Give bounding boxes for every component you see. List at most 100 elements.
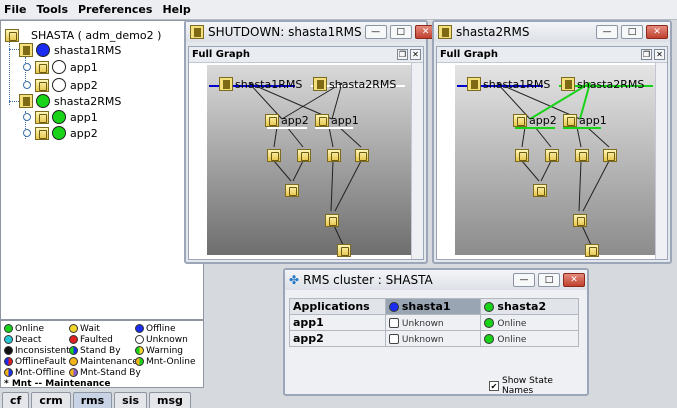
menu-bar: File Tools Preferences Help [0, 0, 677, 20]
maximize-button[interactable]: □ [621, 25, 643, 39]
close-button[interactable]: ✕ [563, 273, 585, 287]
graph-node-shasta1[interactable]: shasta1RMS [467, 77, 552, 91]
status-unknown-icon [52, 78, 66, 92]
graph-resource[interactable] [325, 213, 339, 227]
graph-node-shasta1[interactable]: shasta1RMS [219, 77, 304, 91]
menu-help[interactable]: Help [162, 3, 190, 16]
tab-sis[interactable]: sis [114, 392, 148, 408]
tree-node-shasta2[interactable]: shasta2RMS [19, 93, 121, 109]
graph-resource[interactable] [573, 213, 587, 227]
vertical-scrollbar[interactable] [655, 63, 667, 259]
graph-resource[interactable] [267, 148, 281, 162]
col-shasta2[interactable]: shasta2 [480, 298, 579, 315]
status-online-icon [52, 126, 66, 140]
app-icon [35, 60, 49, 74]
legend-unknown: Unknown [135, 334, 188, 345]
expand-icon[interactable] [23, 81, 31, 89]
graph-resource[interactable] [585, 243, 599, 257]
cell-state: Online [480, 330, 579, 347]
legend-deact: Deact [4, 334, 41, 345]
tree-app-shasta1-app1[interactable]: app1 [23, 59, 98, 75]
window-title: RMS cluster : SHASTA [303, 273, 433, 287]
legend-standby: Stand By [69, 345, 121, 356]
tab-msg[interactable]: msg [149, 392, 191, 408]
show-state-names-checkbox[interactable]: ✔ Show State Names [489, 376, 587, 396]
server-icon [19, 94, 33, 108]
graph-app-app2[interactable]: app2 [513, 113, 559, 127]
table-row[interactable]: app2 Unknown Online [289, 330, 579, 347]
tab-rms[interactable]: rms [72, 392, 113, 408]
menu-file[interactable]: File [4, 3, 27, 16]
minimize-button[interactable]: — [596, 25, 618, 39]
table-row[interactable]: app1 Unknown Online [289, 314, 579, 331]
panel-restore-button[interactable]: ❐ [641, 49, 652, 60]
cell-state: Unknown [384, 330, 482, 347]
window-title: shasta2RMS [456, 25, 530, 39]
legend-offlinefault: OfflineFault [4, 356, 66, 367]
col-shasta1[interactable]: shasta1 [384, 298, 482, 315]
status-online-icon [484, 334, 495, 344]
graph-resource[interactable] [285, 183, 299, 197]
graph-app-app1[interactable]: app1 [563, 113, 609, 127]
window-titlebar[interactable]: ✤ RMS cluster : SHASTA — □ ✕ [285, 270, 587, 290]
tree-node-shasta1[interactable]: shasta1RMS [19, 42, 121, 58]
graph-app-app2[interactable]: app2 [265, 113, 311, 127]
window-titlebar[interactable]: shasta2RMS — □ ✕ [434, 22, 670, 42]
minimize-button[interactable]: — [513, 273, 535, 287]
col-applications[interactable]: Applications [289, 298, 386, 315]
graph-resource[interactable] [545, 148, 559, 162]
legend-mnt-offline: Mnt-Offline [4, 367, 65, 378]
graph-resource[interactable] [603, 148, 617, 162]
tree-app-label: app2 [70, 78, 98, 92]
expand-icon[interactable] [23, 113, 31, 121]
expand-icon[interactable] [23, 129, 31, 137]
table-header: Applications shasta1 shasta2 [289, 298, 579, 315]
app-icon [35, 110, 49, 124]
window-titlebar[interactable]: SHUTDOWN: shasta1RMS — □ ✕ [186, 22, 437, 42]
tree-cluster-label: SHASTA ( adm_demo2 ) [31, 28, 162, 42]
graph-node-shasta2[interactable]: shasta2RMS [313, 77, 398, 91]
panel-close-button[interactable]: ✕ [410, 49, 421, 60]
server-icon [190, 25, 204, 39]
tree-node-label: shasta2RMS [54, 94, 122, 108]
full-graph-panel: Full Graph ❐ ✕ shasta1RMS shasta2RMS app… [436, 46, 668, 260]
close-button[interactable]: ✕ [646, 25, 668, 39]
tab-cf[interactable]: cf [2, 392, 30, 408]
menu-tools[interactable]: Tools [37, 3, 68, 16]
panel-close-button[interactable]: ✕ [654, 49, 665, 60]
tree-app-shasta1-app2[interactable]: app2 [23, 77, 98, 93]
graph-resource[interactable] [575, 148, 589, 162]
graph-resource[interactable] [337, 243, 351, 257]
legend-offline: Offline [135, 323, 176, 334]
tab-crm[interactable]: crm [31, 392, 71, 408]
menu-preferences[interactable]: Preferences [78, 3, 152, 16]
status-online-icon [52, 110, 66, 124]
graph-resource[interactable] [297, 148, 311, 162]
tree-app-shasta2-app1[interactable]: app1 [23, 109, 98, 125]
tree-node-label: shasta1RMS [54, 43, 122, 57]
graph-node-shasta2[interactable]: shasta2RMS [561, 77, 646, 91]
tree-app-label: app2 [70, 126, 98, 140]
shutdown-window: SHUTDOWN: shasta1RMS — □ ✕ Full Graph ❐ … [184, 20, 437, 264]
maximize-button[interactable]: □ [538, 273, 560, 287]
graph-resource[interactable] [355, 148, 369, 162]
legend-maintenance: Maintenance [69, 356, 138, 367]
graph-resource[interactable] [515, 148, 529, 162]
status-offline-icon [388, 302, 399, 312]
legend-mnt-standby: Mnt-Stand By [69, 367, 141, 378]
graph-app-app1[interactable]: app1 [315, 113, 361, 127]
panel-title: Full Graph [192, 49, 250, 60]
legend-note: * Mnt -- Maintenance [4, 378, 111, 389]
graph-resource[interactable] [533, 183, 547, 197]
shasta2-window: shasta2RMS — □ ✕ Full Graph ❐ ✕ shasta1R… [432, 20, 672, 264]
maximize-button[interactable]: □ [389, 25, 412, 39]
checkbox-checked-icon[interactable]: ✔ [489, 381, 499, 391]
tree-cluster[interactable]: SHASTA ( adm_demo2 ) [5, 27, 161, 43]
tree-app-shasta2-app2[interactable]: app2 [23, 125, 98, 141]
panel-restore-button[interactable]: ❐ [397, 49, 408, 60]
vertical-scrollbar[interactable] [411, 63, 423, 259]
expand-icon[interactable] [23, 63, 31, 71]
tree-app-label: app1 [70, 60, 98, 74]
minimize-button[interactable]: — [364, 25, 387, 39]
graph-resource[interactable] [327, 148, 341, 162]
